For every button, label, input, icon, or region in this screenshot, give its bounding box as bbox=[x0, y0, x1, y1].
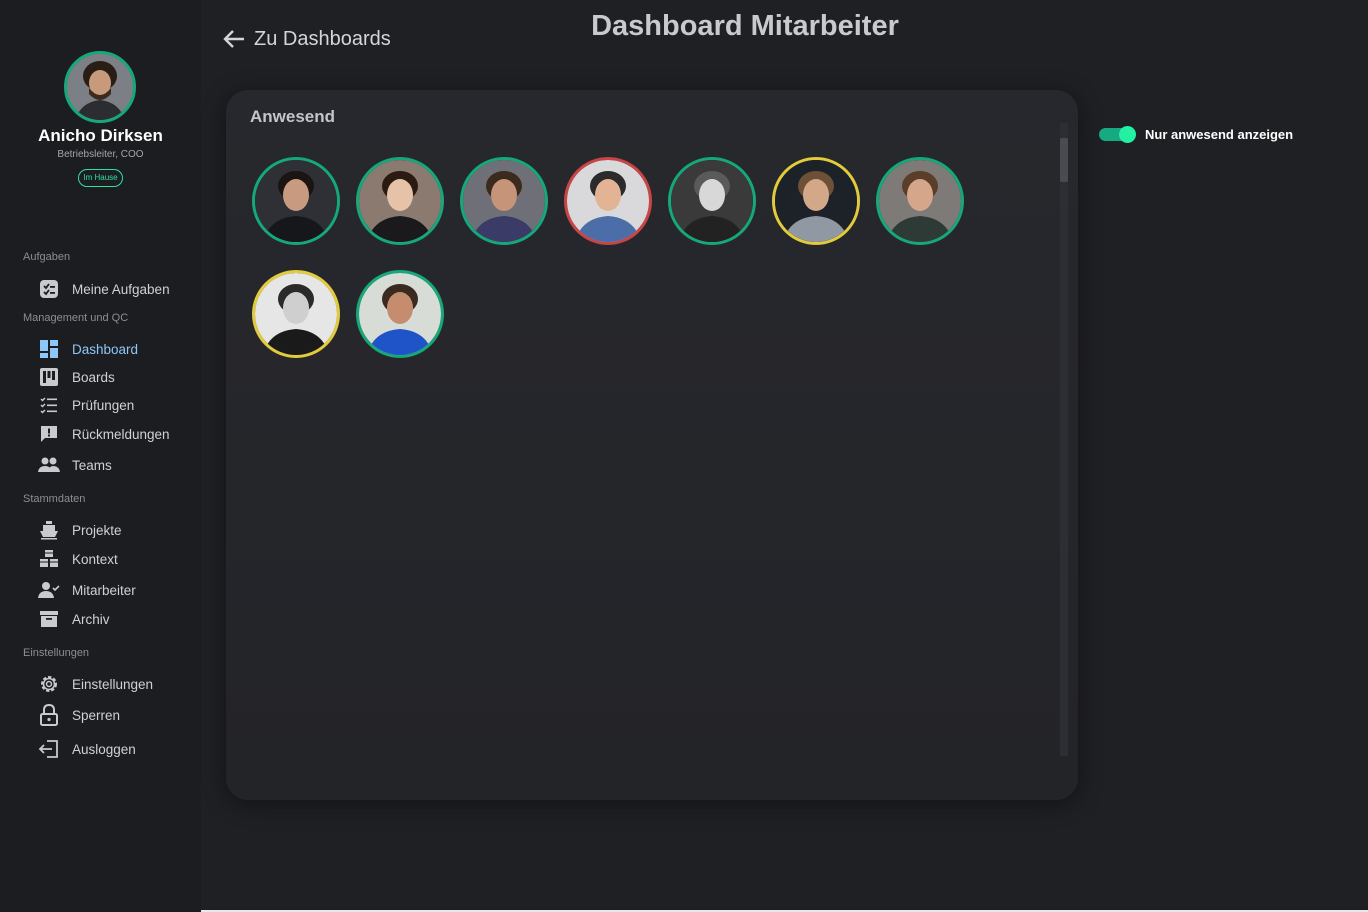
cubes-icon bbox=[38, 548, 60, 570]
nav-label: Mitarbeiter bbox=[72, 582, 136, 598]
scrollbar-track[interactable] bbox=[1060, 123, 1068, 756]
logout-icon bbox=[38, 738, 60, 760]
nav-label: Boards bbox=[72, 369, 115, 385]
teams-icon bbox=[38, 454, 60, 476]
scrollbar-thumb[interactable] bbox=[1060, 138, 1068, 182]
nav-item-mitarbeiter[interactable]: Mitarbeiter bbox=[38, 578, 136, 602]
sidebar: Anicho Dirksen Betriebsleiter, COO Im Ha… bbox=[0, 0, 201, 912]
employee-avatar[interactable] bbox=[460, 157, 548, 245]
gear-icon bbox=[38, 673, 60, 695]
status-badge: Im Hause bbox=[78, 169, 123, 187]
checklist-icon bbox=[38, 394, 60, 416]
toggle-knob bbox=[1119, 126, 1136, 143]
ship-icon bbox=[38, 519, 60, 541]
employee-avatar[interactable] bbox=[772, 157, 860, 245]
dashboard-icon bbox=[38, 338, 60, 360]
nav-label: Einstellungen bbox=[72, 676, 154, 692]
nav-item-einstellungen[interactable]: Einstellungen bbox=[38, 672, 153, 696]
nav-label: Kontext bbox=[72, 551, 118, 567]
nav-label: Archiv bbox=[72, 611, 110, 627]
employee-avatar[interactable] bbox=[564, 157, 652, 245]
profile-name: Anicho Dirksen bbox=[38, 126, 163, 145]
section-title-einstellungen: Einstellungen bbox=[23, 647, 90, 659]
nav-label: Teams bbox=[72, 457, 112, 473]
nav-label: Meine Aufgaben bbox=[72, 281, 170, 297]
employee-avatar[interactable] bbox=[356, 270, 444, 358]
arrow-left-icon bbox=[222, 28, 246, 50]
nav-label: Prüfungen bbox=[72, 397, 135, 413]
nav-item-teams[interactable]: Teams bbox=[38, 453, 112, 477]
user-avatar[interactable] bbox=[64, 51, 136, 123]
user-check-icon bbox=[38, 579, 60, 601]
back-to-dashboards-link[interactable]: Zu Dashboards bbox=[222, 26, 391, 52]
section-title-stammdaten: Stammdaten bbox=[23, 493, 86, 505]
back-link-label: Zu Dashboards bbox=[254, 27, 391, 50]
nav-item-dashboard[interactable]: Dashboard bbox=[38, 337, 138, 361]
profile-role: Betriebsleiter, COO bbox=[57, 149, 144, 160]
nav-item-boards[interactable]: Boards bbox=[38, 365, 115, 389]
section-title-management: Management und QC bbox=[23, 312, 129, 324]
section-title-aufgaben: Aufgaben bbox=[23, 251, 71, 263]
toggle-label: Nur anwesend anzeigen bbox=[1145, 127, 1294, 142]
nav-item-rueckmeldungen[interactable]: Rückmeldungen bbox=[38, 422, 170, 446]
feedback-icon bbox=[38, 423, 60, 445]
present-only-toggle[interactable] bbox=[1099, 126, 1137, 143]
employee-avatar[interactable] bbox=[876, 157, 964, 245]
employee-avatar[interactable] bbox=[668, 157, 756, 245]
employee-avatar[interactable] bbox=[356, 157, 444, 245]
nav-label: Ausloggen bbox=[72, 741, 136, 757]
boards-icon bbox=[38, 366, 60, 388]
panel-title: Anwesend bbox=[250, 107, 336, 126]
employee-avatar[interactable] bbox=[252, 270, 340, 358]
employees-panel: Anwesend bbox=[226, 90, 1078, 800]
nav-item-projekte[interactable]: Projekte bbox=[38, 518, 122, 542]
employee-avatar[interactable] bbox=[252, 157, 340, 245]
nav-item-pruefungen[interactable]: Prüfungen bbox=[38, 393, 134, 417]
nav-label: Rückmeldungen bbox=[72, 426, 170, 442]
nav-item-archiv[interactable]: Archiv bbox=[38, 607, 110, 631]
nav-item-ausloggen[interactable]: Ausloggen bbox=[38, 737, 136, 761]
nav-item-kontext[interactable]: Kontext bbox=[38, 547, 118, 571]
nav-label: Dashboard bbox=[72, 341, 139, 357]
nav-item-sperren[interactable]: Sperren bbox=[38, 703, 120, 727]
page-title: Dashboard Mitarbeiter bbox=[591, 10, 899, 42]
nav-label: Projekte bbox=[72, 522, 122, 538]
tasks-icon bbox=[38, 278, 60, 300]
nav-label: Sperren bbox=[72, 707, 121, 723]
lock-icon bbox=[38, 704, 60, 726]
nav-item-meine-aufgaben[interactable]: Meine Aufgaben bbox=[38, 277, 170, 301]
archive-icon bbox=[38, 608, 60, 630]
